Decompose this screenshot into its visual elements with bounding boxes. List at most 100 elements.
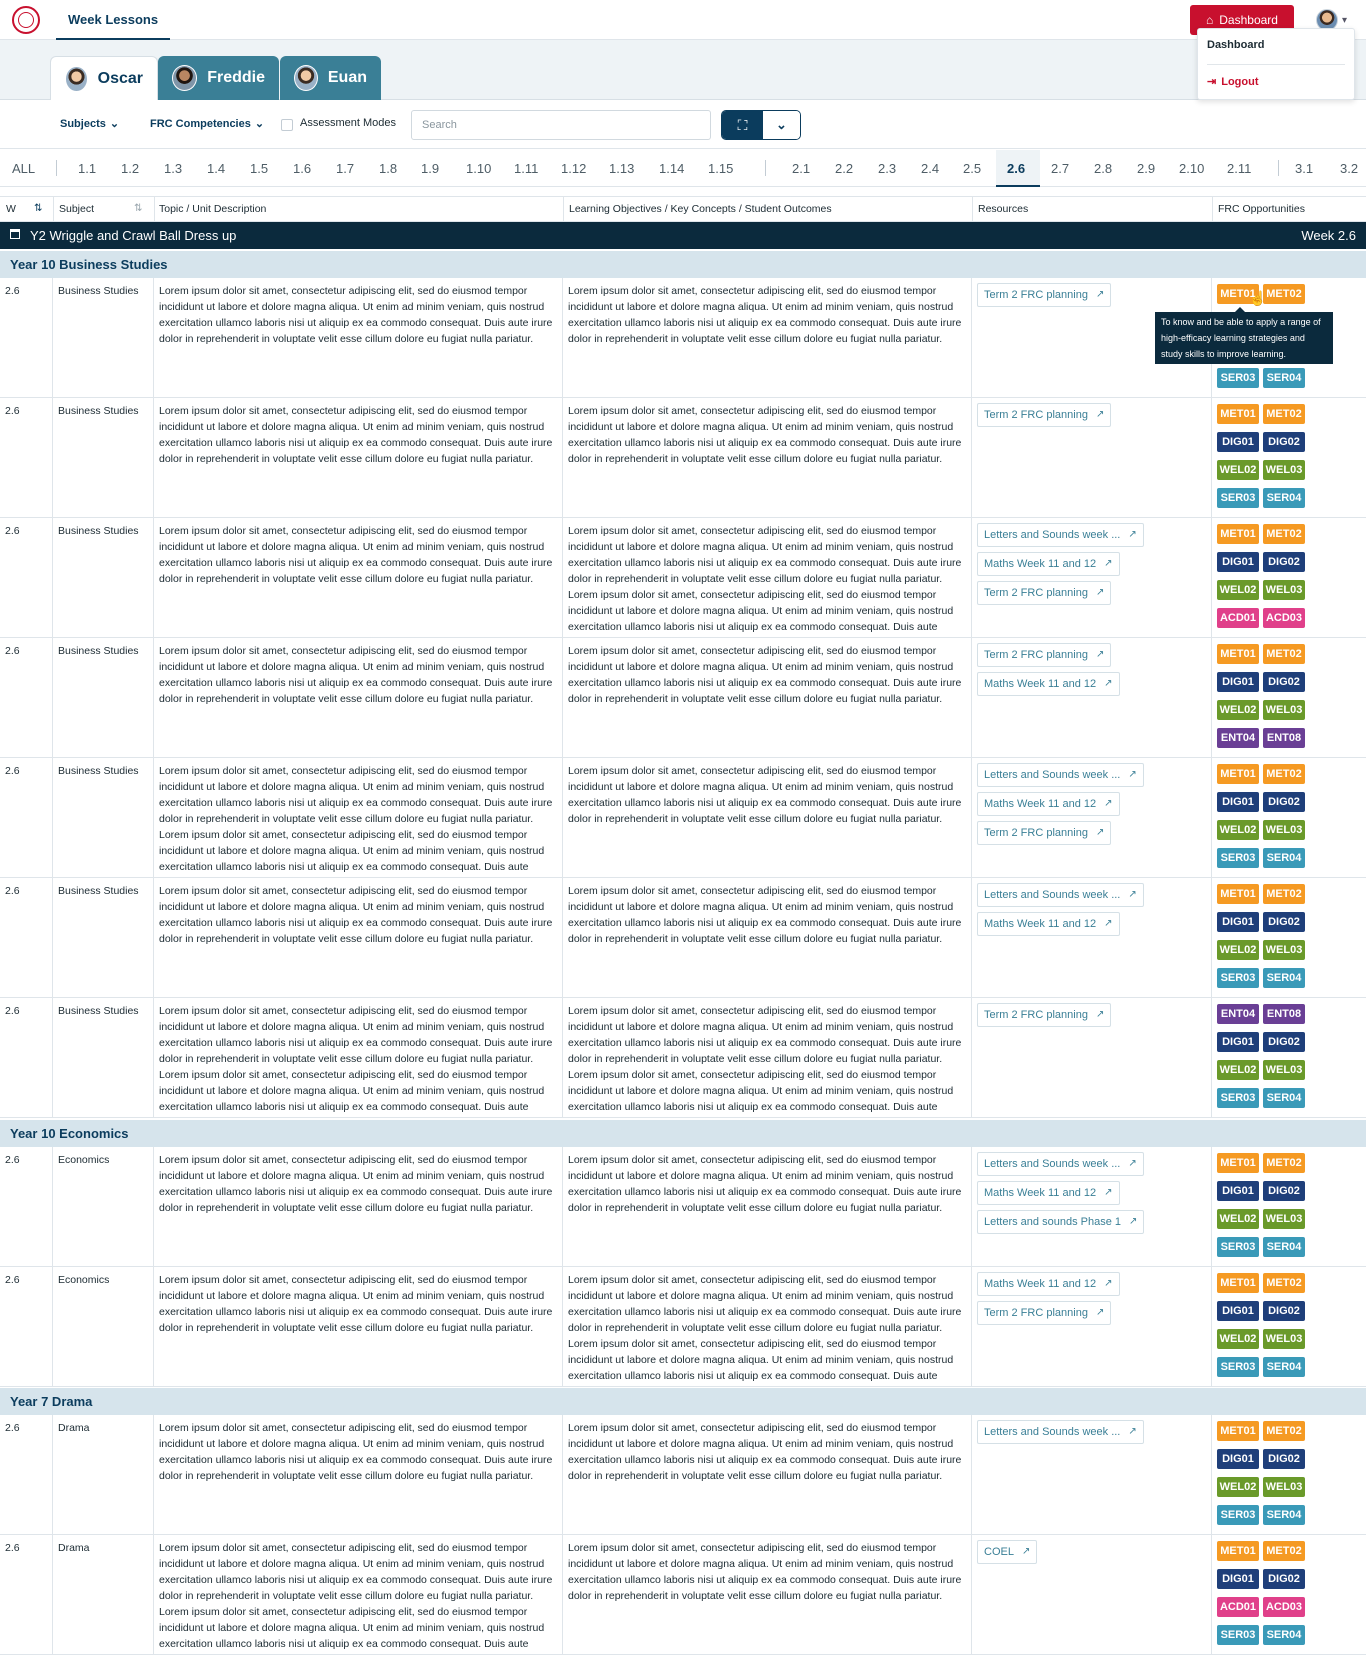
week-tab[interactable]: 1.5 [250, 161, 268, 176]
tab-week-lessons[interactable]: Week Lessons [56, 0, 171, 40]
week-tab[interactable]: 2.5 [963, 161, 981, 176]
sort-icon[interactable]: ⇅ [34, 203, 42, 214]
competency-badge[interactable]: SER03 [1217, 368, 1259, 388]
resource-link[interactable]: Maths Week 11 and 12 ↗ [977, 792, 1120, 816]
tab-student-euan[interactable]: Euan [280, 56, 381, 100]
competency-badge[interactable]: DIG02 [1263, 1181, 1305, 1201]
resource-link[interactable]: Letters and Sounds week ... ↗ [977, 883, 1144, 907]
competency-badge[interactable]: MET01 [1217, 1273, 1259, 1293]
competency-badge[interactable]: WEL03 [1263, 1060, 1305, 1080]
collapse-all-icon[interactable]: ⌄ [762, 111, 800, 139]
week-tab[interactable]: 2.9 [1137, 161, 1155, 176]
table-row[interactable]: 2.6 Economics Lorem ipsum dolor sit amet, … [0, 1147, 1366, 1267]
competency-badge[interactable]: ACD01 [1217, 1597, 1259, 1617]
resource-link[interactable]: Maths Week 11 and 12 ↗ [977, 672, 1120, 696]
week-tab[interactable]: 2.6 [1007, 161, 1025, 176]
competency-badge[interactable]: MET01 [1217, 764, 1259, 784]
week-tab[interactable]: 2.4 [921, 161, 939, 176]
competency-badge[interactable]: DIG02 [1263, 1449, 1305, 1469]
table-row[interactable]: 2.6 Drama Lorem ipsum dolor sit amet, cons… [0, 1535, 1366, 1655]
competency-badge[interactable]: SER03 [1217, 1505, 1259, 1525]
table-row[interactable]: 2.6 Drama Lorem ipsum dolor sit amet, cons… [0, 1415, 1366, 1535]
competency-badge[interactable]: WEL02 [1217, 820, 1259, 840]
table-row[interactable]: 2.6 Business Studies Lorem ipsum dolor sit… [0, 758, 1366, 878]
competency-badge[interactable]: WEL03 [1263, 1329, 1305, 1349]
competency-badge[interactable]: DIG02 [1263, 792, 1305, 812]
week-tab[interactable]: 2.8 [1094, 161, 1112, 176]
competency-badge[interactable]: SER04 [1263, 488, 1305, 508]
competency-badge[interactable]: SER04 [1263, 1357, 1305, 1377]
competency-badge[interactable]: SER03 [1217, 1357, 1259, 1377]
competency-badge[interactable]: WEL03 [1263, 1209, 1305, 1229]
competency-badge[interactable]: SER04 [1263, 1505, 1305, 1525]
week-tab[interactable]: 2.2 [835, 161, 853, 176]
competency-badge[interactable]: MET01 [1217, 884, 1259, 904]
table-row[interactable]: 2.6 Business Studies Lorem ipsum dolor sit… [0, 398, 1366, 518]
competency-badge[interactable]: MET01 [1217, 1153, 1259, 1173]
competency-badge[interactable]: MET02 [1263, 1153, 1305, 1173]
competency-badge[interactable]: SER04 [1263, 1625, 1305, 1645]
week-tab[interactable]: 1.8 [379, 161, 397, 176]
competency-badge[interactable]: MET02 [1263, 1273, 1305, 1293]
resource-link[interactable]: Term 2 FRC planning ↗ [977, 643, 1112, 667]
competency-badge[interactable]: MET02 [1263, 1541, 1305, 1561]
competency-badge[interactable]: WEL03 [1263, 820, 1305, 840]
competency-badge[interactable]: MET02 [1263, 764, 1305, 784]
tab-student-freddie[interactable]: Freddie [158, 56, 279, 100]
competency-badge[interactable]: MET01 [1217, 404, 1259, 424]
week-tab[interactable]: 3.2 [1340, 161, 1358, 176]
frc-competencies-dropdown[interactable]: FRC Competencies ⌄ [150, 117, 264, 131]
event-banner[interactable]: Y2 Wriggle and Crawl Ball Dress up Week … [0, 222, 1366, 249]
competency-badge[interactable]: DIG02 [1263, 672, 1305, 692]
competency-badge[interactable]: DIG02 [1263, 1032, 1305, 1052]
competency-badge[interactable]: WEL03 [1263, 940, 1305, 960]
competency-badge[interactable]: DIG01 [1217, 1449, 1259, 1469]
resource-link[interactable]: Term 2 FRC planning ↗ [977, 403, 1112, 427]
resource-link[interactable]: Maths Week 11 and 12 ↗ [977, 912, 1120, 936]
week-tab[interactable]: 1.7 [336, 161, 354, 176]
week-tab[interactable]: ALL [12, 161, 35, 176]
competency-badge[interactable]: SER03 [1217, 968, 1259, 988]
competency-badge[interactable]: ENT08 [1263, 728, 1305, 748]
table-row[interactable]: 2.6 Business Studies Lorem ipsum dolor sit… [0, 998, 1366, 1118]
resource-link[interactable]: Maths Week 11 and 12 ↗ [977, 552, 1120, 576]
week-tab[interactable]: 1.2 [121, 161, 139, 176]
menu-item-dashboard[interactable]: Dashboard [1207, 39, 1264, 51]
menu-item-logout[interactable]: ⇥ Logout [1207, 75, 1258, 89]
table-row[interactable]: 2.6 Business Studies Lorem ipsum dolor sit… [0, 878, 1366, 998]
competency-badge[interactable]: WEL02 [1217, 700, 1259, 720]
competency-badge[interactable]: ENT04 [1217, 1004, 1259, 1024]
competency-badge[interactable]: ACD01 [1217, 608, 1259, 628]
competency-badge[interactable]: ENT04 [1217, 728, 1259, 748]
competency-badge[interactable]: SER04 [1263, 848, 1305, 868]
competency-badge[interactable]: DIG01 [1217, 1301, 1259, 1321]
competency-badge[interactable]: MET01 [1217, 524, 1259, 544]
competency-badge[interactable]: WEL02 [1217, 1477, 1259, 1497]
competency-badge[interactable]: WEL03 [1263, 460, 1305, 480]
resource-link[interactable]: Maths Week 11 and 12 ↗ [977, 1181, 1120, 1205]
competency-badge[interactable]: ACD03 [1263, 608, 1305, 628]
competency-badge[interactable]: MET02 [1263, 284, 1305, 304]
week-tab[interactable]: 1.6 [293, 161, 311, 176]
competency-badge[interactable]: DIG01 [1217, 1032, 1259, 1052]
competency-badge[interactable]: DIG02 [1263, 552, 1305, 572]
fullscreen-icon[interactable]: ⛶ [722, 111, 763, 139]
resource-link[interactable]: Term 2 FRC planning ↗ [977, 581, 1112, 605]
week-tab[interactable]: 2.10 [1179, 161, 1204, 176]
table-row[interactable]: 2.6 Economics Lorem ipsum dolor sit amet, … [0, 1267, 1366, 1387]
competency-badge[interactable]: MET01 [1217, 1541, 1259, 1561]
competency-badge[interactable]: DIG01 [1217, 432, 1259, 452]
week-tab[interactable]: 3.1 [1295, 161, 1313, 176]
competency-badge[interactable]: MET02 [1263, 404, 1305, 424]
col-header-subject[interactable]: Subject [59, 203, 94, 215]
table-row[interactable]: 2.6 Business Studies Lorem ipsum dolor sit… [0, 518, 1366, 638]
week-tab[interactable]: 1.10 [466, 161, 491, 176]
competency-badge[interactable]: DIG01 [1217, 912, 1259, 932]
competency-badge[interactable]: SER04 [1263, 968, 1305, 988]
week-tab[interactable]: 2.11 [1227, 161, 1251, 176]
competency-badge[interactable]: WEL03 [1263, 1477, 1305, 1497]
competency-badge[interactable]: MET02 [1263, 524, 1305, 544]
competency-badge[interactable]: DIG02 [1263, 1569, 1305, 1589]
resource-link[interactable]: Term 2 FRC planning ↗ [977, 1003, 1112, 1027]
competency-badge[interactable]: SER04 [1263, 368, 1305, 388]
